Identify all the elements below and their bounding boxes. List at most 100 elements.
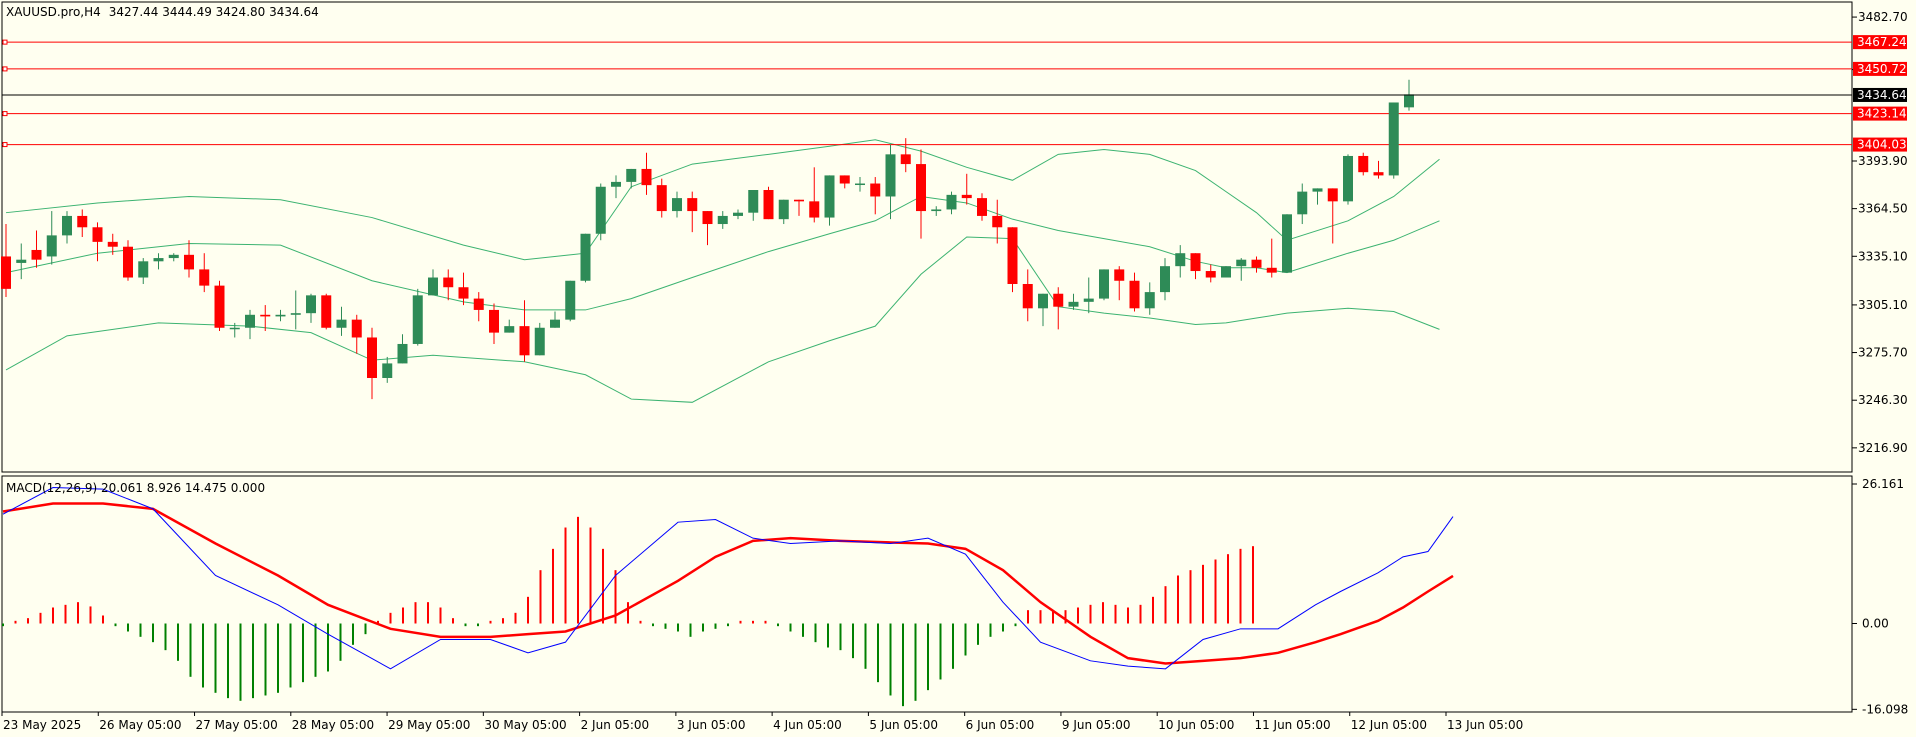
- candle-body: [992, 215, 1003, 228]
- candle-body: [1144, 292, 1155, 309]
- candle-body: [900, 154, 911, 165]
- candle-body: [1205, 271, 1216, 278]
- candle-body: [1282, 214, 1292, 273]
- time-tick-label: 2 Jun 05:00: [581, 718, 650, 732]
- candle-body: [1083, 298, 1094, 302]
- candle-body: [199, 269, 210, 286]
- candle-body: [977, 198, 987, 216]
- price-level-handle: [2, 66, 8, 72]
- price-level-value: 3450.72: [1857, 62, 1907, 76]
- candle-body: [123, 246, 133, 278]
- candle-body: [626, 168, 637, 182]
- candle-body: [595, 186, 606, 234]
- time-tick-label: 29 May 05:00: [388, 718, 470, 732]
- price-tick-label: 3335.10: [1858, 249, 1908, 263]
- candle-body: [1099, 269, 1109, 299]
- candle-body: [855, 183, 865, 186]
- candle-body: [733, 212, 743, 216]
- candle-body: [1068, 301, 1079, 307]
- candle-body: [1160, 266, 1170, 293]
- candle-body: [397, 343, 408, 364]
- candle-body: [184, 254, 194, 270]
- candle-body: [275, 314, 286, 317]
- candle-body: [77, 215, 88, 228]
- candle-body: [702, 211, 713, 225]
- candle-body: [473, 298, 484, 310]
- time-tick-label: 11 Jun 05:00: [1254, 718, 1330, 732]
- candle-body: [885, 154, 896, 197]
- candle-body: [748, 190, 759, 213]
- candle-body: [519, 326, 530, 356]
- price-tick-label: 3482.70: [1858, 10, 1908, 24]
- candle-body: [931, 209, 942, 212]
- candle-body: [351, 319, 362, 338]
- candle-body: [565, 280, 576, 320]
- candle-body: [1053, 293, 1064, 307]
- time-tick-label: 12 Jun 05:00: [1351, 718, 1427, 732]
- price-level-handle: [2, 111, 8, 117]
- candle-body: [489, 309, 499, 333]
- candle-body: [946, 194, 957, 210]
- candle-body: [1221, 266, 1231, 278]
- candle-body: [870, 183, 881, 197]
- candle-body: [1236, 259, 1247, 267]
- price-level-handle: [2, 39, 8, 45]
- price-tick-label: 3246.30: [1858, 393, 1908, 407]
- candle-body: [717, 215, 728, 225]
- candle-body: [245, 314, 255, 328]
- macd-tick-label: 0.00: [1862, 616, 1889, 630]
- candle-body: [458, 287, 469, 299]
- candle-body: [1373, 172, 1384, 176]
- candle-body: [46, 235, 57, 257]
- candle-body: [168, 254, 179, 259]
- candle-body: [306, 295, 316, 314]
- time-tick-label: 10 Jun 05:00: [1158, 718, 1234, 732]
- chart-canvas[interactable]: 3482.703450.303393.903364.503335.103305.…: [0, 0, 1916, 737]
- candle-body: [534, 327, 545, 356]
- candle-body: [1312, 188, 1323, 192]
- time-tick-label: 3 Jun 05:00: [677, 718, 746, 732]
- candle-body: [1175, 253, 1186, 267]
- candle-body: [1129, 280, 1140, 309]
- candle-body: [641, 168, 652, 186]
- candle-body: [778, 199, 789, 220]
- candle-body: [321, 295, 332, 328]
- candle-body: [1007, 227, 1018, 284]
- price-tick-label: 3393.90: [1858, 154, 1908, 168]
- candle-body: [504, 326, 515, 333]
- candle-body: [687, 198, 698, 212]
- price-chart-title: XAUUSD.pro,H4 3427.44 3444.49 3424.80 343…: [6, 5, 319, 19]
- candle-body: [1266, 267, 1277, 273]
- candle-body: [1297, 191, 1308, 215]
- price-tick-label: 3216.90: [1858, 441, 1908, 455]
- candle-body: [62, 215, 72, 236]
- candle-body: [656, 185, 667, 212]
- candle-body: [214, 285, 225, 328]
- candle-body: [1251, 259, 1262, 268]
- candle-body: [1, 256, 11, 289]
- time-tick-label: 4 Jun 05:00: [773, 718, 842, 732]
- candle-body: [260, 314, 271, 317]
- macd-tick-label: -16.098: [1862, 702, 1908, 716]
- candle-body: [16, 259, 27, 263]
- candle-body: [1114, 269, 1125, 281]
- candle-body: [794, 199, 804, 202]
- candle-body: [839, 175, 850, 184]
- candle-body: [1388, 102, 1399, 176]
- candle-body: [809, 201, 820, 218]
- candle-body: [1022, 284, 1033, 309]
- candle-body: [550, 319, 560, 328]
- candle-body: [916, 164, 926, 212]
- candle-body: [153, 258, 164, 262]
- price-level-value: 3423.14: [1857, 107, 1907, 121]
- candle-body: [1404, 94, 1414, 108]
- candle-body: [367, 337, 377, 378]
- candle-body: [138, 261, 149, 278]
- price-level-value: 3467.24: [1857, 35, 1907, 49]
- candle-body: [1327, 188, 1338, 202]
- candle-body: [336, 319, 347, 328]
- time-tick-label: 26 May 05:00: [99, 718, 181, 732]
- candle-body: [290, 313, 301, 315]
- candle-body: [92, 227, 103, 242]
- candle-body: [580, 233, 591, 281]
